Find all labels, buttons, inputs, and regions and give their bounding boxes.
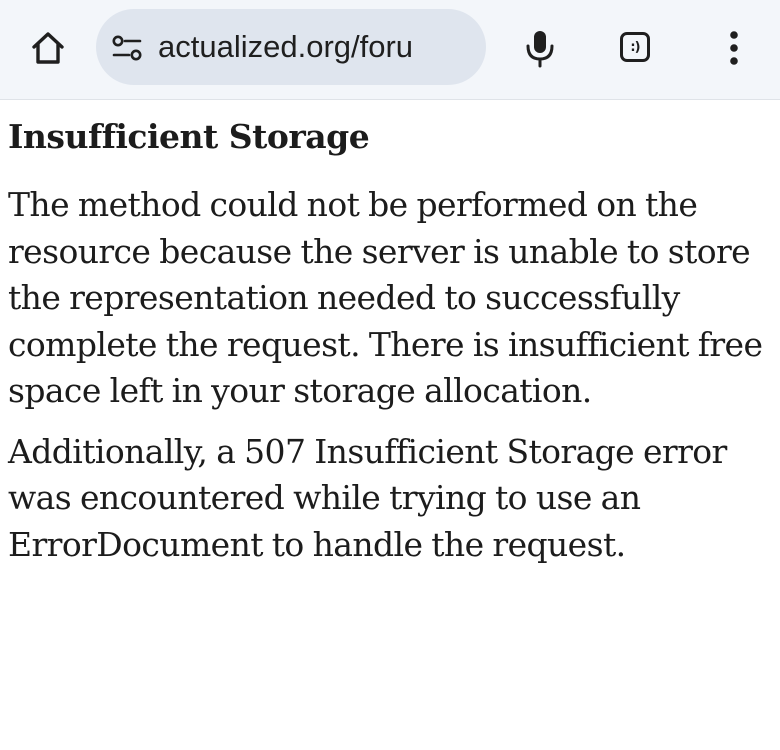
- home-icon: [32, 32, 64, 64]
- home-button[interactable]: [22, 22, 74, 74]
- address-bar[interactable]: actualized.org/foru: [96, 9, 486, 85]
- page-title: Insufficient Storage: [8, 117, 370, 156]
- tab-count: :): [630, 39, 640, 55]
- more-menu-button[interactable]: [710, 22, 758, 74]
- voice-search-button[interactable]: [514, 22, 566, 74]
- error-additional-info: Additionally, a 507 Insufficient Storage…: [8, 431, 727, 564]
- more-vert-icon: [730, 31, 738, 65]
- error-description: The method could not be performed on the…: [8, 185, 763, 410]
- page-content: Insufficient Storage The method could no…: [8, 104, 774, 568]
- tab-switcher-button[interactable]: :): [612, 24, 658, 70]
- browser-toolbar: actualized.org/foru :): [0, 0, 780, 100]
- site-info-button[interactable]: [110, 31, 144, 65]
- microphone-icon: [526, 31, 554, 68]
- url-text[interactable]: actualized.org/foru: [158, 9, 413, 85]
- tab-switcher-icon: :): [620, 32, 650, 62]
- site-settings-icon: [112, 35, 142, 61]
